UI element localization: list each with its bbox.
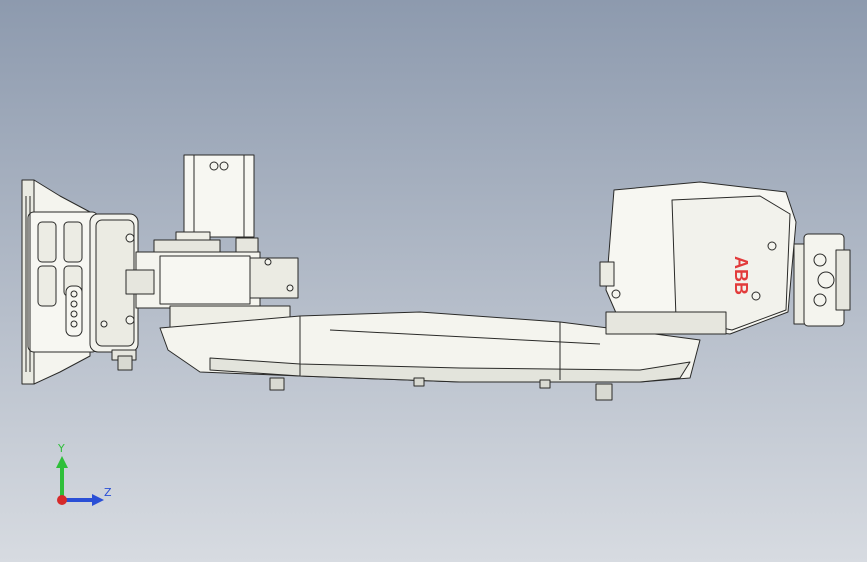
- x-axis-dot: [57, 495, 67, 505]
- y-axis-label: Y: [57, 442, 65, 455]
- y-axis-arrowhead: [56, 456, 68, 468]
- axis-triad: Y Z: [56, 442, 112, 506]
- cad-viewport[interactable]: ABB Y Z: [0, 0, 867, 562]
- z-axis-arrowhead: [92, 494, 104, 506]
- z-axis-label: Z: [104, 486, 112, 499]
